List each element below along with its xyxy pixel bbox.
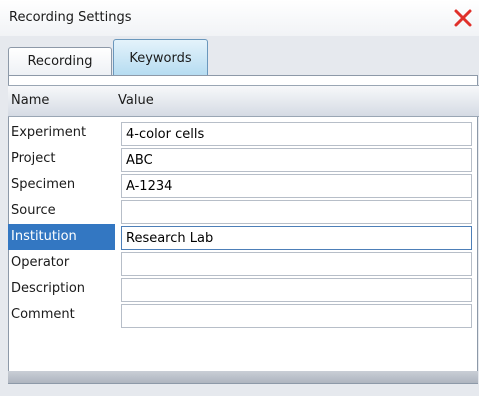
title-bar: Recording Settings: [0, 0, 479, 36]
table-row: Institution: [8, 224, 479, 250]
row-name-institution[interactable]: Institution: [8, 224, 115, 250]
column-header-name[interactable]: Name: [11, 93, 49, 108]
source-value-field[interactable]: [121, 200, 472, 224]
row-name-project[interactable]: Project: [8, 146, 115, 172]
table-row: Description: [8, 276, 479, 302]
row-name-comment[interactable]: Comment: [8, 302, 115, 328]
column-header-value[interactable]: Value: [118, 93, 154, 108]
table-row: Experiment: [8, 120, 479, 146]
close-button[interactable]: [450, 4, 476, 32]
table-row: Specimen: [8, 172, 479, 198]
institution-value-field[interactable]: [121, 226, 472, 250]
experiment-value-field[interactable]: [121, 122, 472, 146]
specimen-value-field[interactable]: [121, 174, 472, 198]
row-name-experiment[interactable]: Experiment: [8, 120, 115, 146]
table-row: Comment: [8, 302, 479, 328]
row-name-specimen[interactable]: Specimen: [8, 172, 115, 198]
close-x-icon: [454, 9, 472, 27]
tab-recording-label: Recording: [27, 54, 93, 69]
table-row: Operator: [8, 250, 479, 276]
operator-value-field[interactable]: [121, 252, 472, 276]
tab-keywords[interactable]: Keywords: [113, 39, 208, 75]
tab-keywords-label: Keywords: [129, 51, 192, 66]
window-title: Recording Settings: [9, 10, 132, 25]
row-name-description[interactable]: Description: [8, 276, 115, 302]
grid-footer-bar: [8, 371, 478, 383]
grid-header: Name Value: [8, 85, 479, 117]
dialog-body: Recording Keywords Name Value Experiment…: [0, 36, 479, 396]
comment-value-field[interactable]: [121, 304, 472, 328]
row-name-operator[interactable]: Operator: [8, 250, 115, 276]
tab-recording[interactable]: Recording: [8, 47, 112, 75]
row-name-source[interactable]: Source: [8, 198, 115, 224]
table-row: Project: [8, 146, 479, 172]
project-value-field[interactable]: [121, 148, 472, 172]
description-value-field[interactable]: [121, 278, 472, 302]
table-row: Source: [8, 198, 479, 224]
